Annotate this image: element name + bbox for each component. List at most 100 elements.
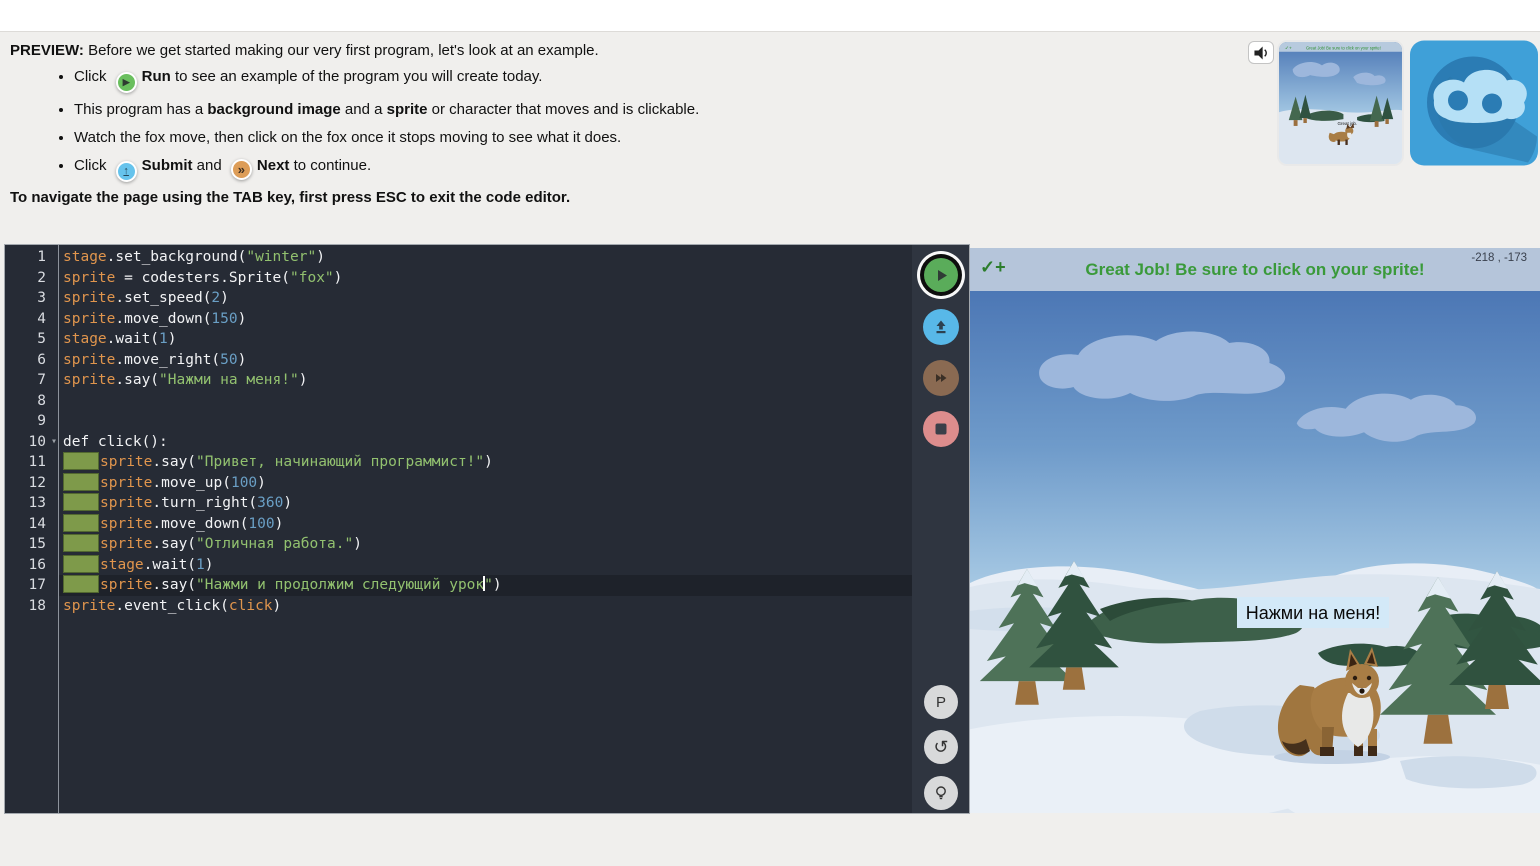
stop-icon: [934, 422, 948, 436]
p-button-label: P: [936, 694, 946, 711]
code-text[interactable]: [58, 411, 912, 432]
code-line-16[interactable]: 16stage.wait(1): [5, 555, 912, 576]
code-text[interactable]: sprite.move_right(50): [58, 350, 912, 371]
code-line-18[interactable]: 18sprite.event_click(click): [5, 596, 912, 617]
code-line-1[interactable]: 1stage.set_background("winter"): [5, 247, 912, 268]
example-preview-thumbnail[interactable]: ✓+ Great Job! Be sure to click on your s…: [1277, 40, 1404, 166]
code-text[interactable]: sprite.say("Привет, начинающий программи…: [58, 452, 912, 473]
line-number: 5: [5, 329, 58, 350]
run-icon: ▶: [116, 72, 137, 93]
code-text[interactable]: sprite.move_up(100): [58, 473, 912, 494]
line-number: 1: [5, 247, 58, 268]
indent-block: [63, 514, 99, 532]
line-number: 7: [5, 370, 58, 391]
hint-button[interactable]: [924, 776, 958, 810]
instructions-panel: PREVIEW: Before we get started making ou…: [0, 32, 1230, 206]
code-text[interactable]: sprite.set_speed(2): [58, 288, 912, 309]
bullet-text: Submit: [142, 157, 193, 174]
mini-caption: Great Job! Be sure to click on your spri…: [1306, 45, 1381, 50]
code-line-9[interactable]: 9: [5, 411, 912, 432]
run-button[interactable]: [924, 258, 958, 292]
code-text[interactable]: sprite.say("Нажми на меня!"): [58, 370, 912, 391]
mouse-coordinates: -218 , -173: [1471, 252, 1527, 264]
upload-icon: [933, 319, 949, 335]
code-text[interactable]: sprite.turn_right(360): [58, 493, 912, 514]
preview-line: PREVIEW: Before we get started making ou…: [10, 42, 1230, 59]
bullet-text: Run: [142, 68, 171, 85]
code-text[interactable]: sprite.move_down(150): [58, 309, 912, 330]
code-line-6[interactable]: 6sprite.move_right(50): [5, 350, 912, 371]
preview-label: PREVIEW:: [10, 42, 84, 59]
code-line-10[interactable]: 10▾def click():: [5, 432, 912, 453]
line-number: 12: [5, 473, 58, 494]
code-line-14[interactable]: 14sprite.move_down(100): [5, 514, 912, 535]
code-text[interactable]: sprite.say("Отличная работа."): [58, 534, 912, 555]
code-text[interactable]: sprite = codesters.Sprite("fox"): [58, 268, 912, 289]
bullet-text: and: [193, 157, 226, 174]
bullet-text: Next: [257, 157, 290, 174]
code-line-12[interactable]: 12sprite.move_up(100): [5, 473, 912, 494]
fold-icon[interactable]: ▾: [51, 432, 57, 453]
line-number: 11: [5, 452, 58, 473]
stop-button[interactable]: [923, 411, 959, 447]
bullet-watch-fox: Watch the fox move, then click on the fo…: [74, 127, 1230, 149]
code-line-5[interactable]: 5stage.wait(1): [5, 329, 912, 350]
bullet-text: to continue.: [289, 157, 371, 174]
line-number: 3: [5, 288, 58, 309]
bullet-text: background image: [207, 101, 340, 118]
line-number: 16: [5, 555, 58, 576]
code-text[interactable]: stage.wait(1): [58, 329, 912, 350]
bullet-text: to see an example of the program you wil…: [171, 68, 543, 85]
code-text[interactable]: sprite.say("Нажми и продолжим следующий …: [58, 575, 912, 596]
submit-button[interactable]: [923, 309, 959, 345]
indent-block: [63, 555, 99, 573]
bullet-run: Click ▶ Run to see an example of the prog…: [74, 66, 1230, 93]
next-button[interactable]: [923, 360, 959, 396]
stage-scene[interactable]: Нажми на меня!: [970, 291, 1540, 813]
instruction-bullets: Click ▶ Run to see an example of the prog…: [0, 66, 1230, 182]
mini-check: ✓+: [1285, 45, 1292, 51]
p-button[interactable]: P: [924, 685, 958, 719]
line-number: 6: [5, 350, 58, 371]
audio-button[interactable]: [1248, 41, 1274, 64]
submit-icon: ↑: [116, 161, 137, 182]
reset-button[interactable]: ↺: [924, 730, 958, 764]
tab-note: To navigate the page using the TAB key, …: [10, 189, 1230, 206]
code-line-7[interactable]: 7sprite.say("Нажми на меня!"): [5, 370, 912, 391]
bullet-text: Click: [74, 157, 111, 174]
line-number: 9: [5, 411, 58, 432]
code-line-4[interactable]: 4sprite.move_down(150): [5, 309, 912, 330]
speaker-icon: [1252, 44, 1270, 62]
code-editor[interactable]: 1stage.set_background("winter")2sprite =…: [5, 245, 912, 813]
code-line-3[interactable]: 3sprite.set_speed(2): [5, 288, 912, 309]
code-text[interactable]: def click():: [58, 432, 912, 453]
code-line-15[interactable]: 15sprite.say("Отличная работа."): [5, 534, 912, 555]
bullet-text: or character that moves and is clickable…: [427, 101, 699, 118]
bullet-text: and a: [341, 101, 387, 118]
code-line-13[interactable]: 13sprite.turn_right(360): [5, 493, 912, 514]
code-text[interactable]: sprite.event_click(click): [58, 596, 912, 617]
speech-bubble: Нажми на меня!: [1237, 597, 1389, 628]
code-text[interactable]: sprite.move_down(100): [58, 514, 912, 535]
code-text[interactable]: stage.set_background("winter"): [58, 247, 912, 268]
indent-block: [63, 534, 99, 552]
code-line-11[interactable]: 11sprite.say("Привет, начинающий програм…: [5, 452, 912, 473]
code-line-8[interactable]: 8: [5, 391, 912, 412]
indent-block: [63, 575, 99, 593]
bullet-program: This program has a background image and …: [74, 99, 1230, 121]
play-icon: [934, 268, 949, 283]
bullet-text: Click: [74, 68, 111, 85]
code-text[interactable]: [58, 391, 912, 412]
editor-panel: 1stage.set_background("winter")2sprite =…: [4, 244, 970, 814]
line-number: 8: [5, 391, 58, 412]
code-line-17[interactable]: 17sprite.say("Нажми и продолжим следующи…: [5, 575, 912, 596]
code-text[interactable]: stage.wait(1): [58, 555, 912, 576]
codesters-logo-thumbnail[interactable]: [1410, 40, 1538, 166]
indent-block: [63, 493, 99, 511]
line-number: 15: [5, 534, 58, 555]
preview-text: Before we get started making our very fi…: [88, 42, 599, 59]
bullet-text: This program has a: [74, 101, 207, 118]
bullet-text: Watch the fox move, then click on the fo…: [74, 129, 621, 146]
check-plus-icon: ✓+: [980, 257, 1006, 278]
code-line-2[interactable]: 2sprite = codesters.Sprite("fox"): [5, 268, 912, 289]
